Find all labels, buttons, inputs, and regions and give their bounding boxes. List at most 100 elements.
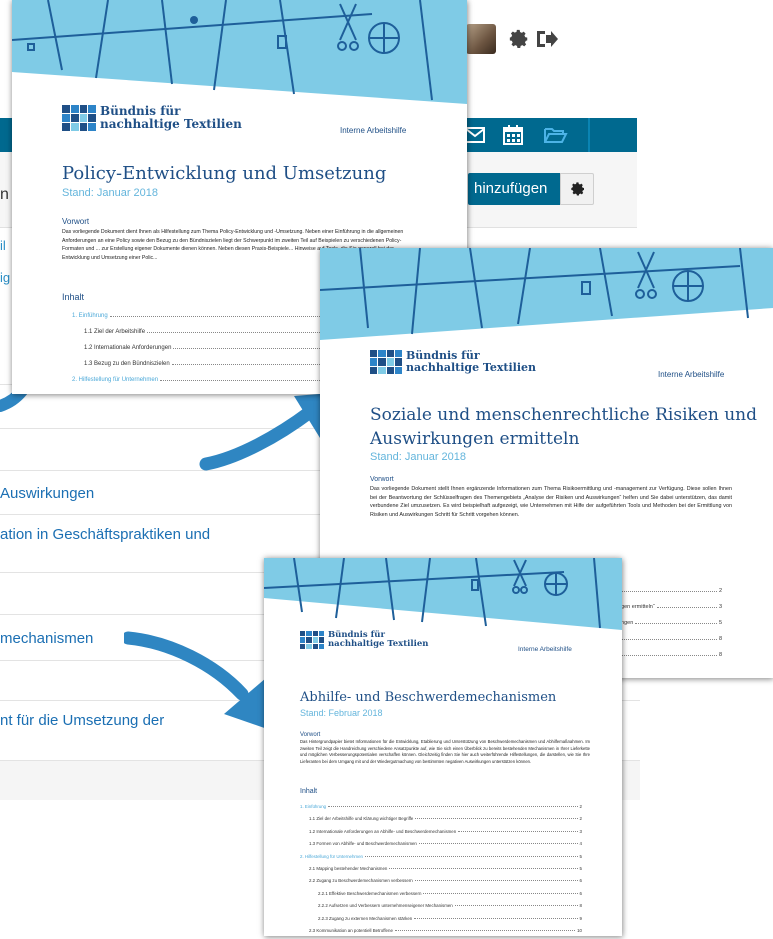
toc-entry[interactable]: 2.2.3 Zugang zu externen Mechanismen stä… — [318, 916, 582, 921]
vorwort-heading: Vorwort — [62, 217, 90, 226]
logo-icon — [370, 350, 402, 374]
gear-icon[interactable] — [508, 28, 530, 50]
brand-name-line2: nachhaltige Textilien — [100, 117, 242, 131]
toc-entry-label: 1.2 Internationale Anforderungen an Abhi… — [309, 828, 457, 834]
vorwort-heading: Vorwort — [370, 476, 394, 483]
inhalt-heading: Inhalt — [300, 788, 318, 795]
toc-leader-dots — [458, 830, 578, 832]
list-item-link[interactable]: ation in Geschäftspraktiken und — [0, 526, 210, 543]
toc-entry-page: 9 — [579, 915, 582, 921]
toolbar-text-fragment: n — [0, 186, 9, 203]
arrow-graphic — [124, 631, 276, 732]
toc-entry-page: 5 — [579, 853, 582, 859]
toc-entry[interactable]: 2.3 Kommunikation an potentiell Betroffe… — [309, 928, 582, 933]
document-type-label: Interne Arbeitshilfe — [518, 646, 572, 653]
toc-entry[interactable]: 1.3 Formen von Abhilfe- und Beschwerdeme… — [309, 841, 582, 846]
navbar-divider — [588, 118, 590, 152]
toc-leader-dots — [620, 639, 717, 640]
toc-leader-dots — [394, 930, 576, 931]
logo-icon — [62, 105, 96, 131]
toc-entry-page: 3 — [579, 828, 582, 834]
toc-entry[interactable]: 2. Hilfestellung für Unternehmen 5 — [300, 854, 582, 859]
toc-entry[interactable]: ungen 5 — [618, 620, 722, 626]
toc-entry[interactable]: 8 — [618, 652, 722, 658]
toc-leader-dots — [635, 623, 717, 624]
toc-entry[interactable]: 1. Einführung 2 — [300, 804, 582, 809]
toc-entry-label: 2. Hilfestellung für Unternehmen — [72, 377, 159, 383]
document-title: Abhilfe- und Beschwerdemechanismen — [300, 690, 557, 705]
brand-logo: Bündnis für nachhaltige Textilien — [370, 350, 536, 374]
folder-open-icon[interactable] — [542, 122, 568, 148]
document-date: Stand: Januar 2018 — [62, 187, 159, 199]
brand-logo: Bündnis für nachhaltige Textilien — [300, 631, 428, 649]
toc-leader-dots — [423, 892, 578, 894]
toc-entry-page: 5 — [718, 620, 722, 626]
toc-entry-label: 2.2.1 Effektive Beschwerdemechanismen ve… — [318, 890, 422, 896]
toc-entry[interactable]: 2.2 Zugang zu Beschwerdemechanismen verb… — [309, 878, 582, 883]
toc-entry-label: 2.3 Kommunikation an potentiell Betroffe… — [309, 928, 393, 933]
toc-entry-label: 2.1 Mapping bestehender Mechanismen — [309, 866, 388, 871]
toc-entry-label: 2. Hilfestellung für Unternehmen — [300, 853, 363, 859]
toc-leader-dots — [656, 607, 717, 608]
toc-entry-label: 1.3 Bezug zu den Bündniszielen — [84, 361, 170, 367]
toc-entry[interactable]: ngen ermitteln“ 3 — [618, 604, 722, 610]
brand-name-line2: nachhaltige Textilien — [406, 361, 536, 374]
add-button[interactable]: hinzufügen — [468, 173, 560, 205]
toc-entry[interactable]: 2.2.2 Aufsetzen und Verbessern unternehm… — [318, 903, 582, 908]
toc-entry-label: 1.2 Internationale Anforderungen — [84, 345, 172, 351]
document-title: Policy-Entwicklung und Umsetzung — [62, 163, 387, 184]
toc-leader-dots — [414, 880, 578, 882]
document-type-label: Interne Arbeitshilfe — [340, 126, 407, 135]
toc-entry[interactable]: 1.1 Ziel der Arbeitshilfe und Klärung wi… — [309, 816, 582, 821]
tab-fragment[interactable]: ig — [0, 270, 10, 285]
toc-entry-page: 10 — [577, 928, 582, 933]
vorwort-heading: Vorwort — [300, 732, 321, 738]
toc-entry-label: 1.1 Ziel der Arbeitshilfe und Klärung wi… — [309, 816, 414, 822]
toc-leader-dots — [389, 868, 578, 869]
toc-entry-page: 2 — [579, 804, 582, 809]
brand-name-line2: nachhaltige Textilien — [328, 639, 429, 649]
toc-leader-dots — [418, 843, 578, 845]
inhalt-heading: Inhalt — [62, 292, 85, 302]
toc-leader-dots — [454, 905, 578, 907]
toc-entry-page: 8 — [718, 636, 722, 642]
toc-entry[interactable]: 1.2 Internationale Anforderungen an Abhi… — [309, 829, 582, 834]
toc-entry-page: 3 — [718, 604, 722, 610]
toc-entry[interactable]: 2.1 Mapping bestehender Mechanismen 5 — [309, 866, 582, 871]
tab-fragment[interactable]: il — [0, 238, 6, 253]
toc-entry-page: 8 — [718, 652, 722, 658]
toc-entry-label: 1.3 Formen von Abhilfe- und Beschwerdeme… — [309, 841, 417, 847]
toc-entry-label: 1. Einführung — [300, 804, 327, 809]
document-type-label: Interne Arbeitshilfe — [658, 370, 725, 379]
toc-entry-page: 2 — [579, 816, 582, 822]
toc-entry[interactable]: 8 — [618, 636, 722, 642]
document-date: Stand: Februar 2018 — [300, 708, 383, 718]
document-date: Stand: Januar 2018 — [370, 451, 467, 463]
document-title-line2: Auswirkungen ermitteln — [370, 429, 580, 449]
toc-leader-dots — [620, 655, 717, 656]
toc-leader-dots — [620, 591, 717, 592]
toc-entry-label: 2.2.3 Zugang zu externen Mechanismen stä… — [318, 915, 413, 921]
toc-entry-page: 6 — [579, 890, 582, 896]
toc-entry-page: 5 — [579, 866, 582, 871]
list-item-link[interactable]: Auswirkungen — [0, 485, 94, 502]
logo-icon — [300, 631, 324, 649]
toc-leader-dots — [415, 818, 578, 820]
document-preview-abhilfe[interactable]: Bündnis für nachhaltige Textilien Intern… — [264, 558, 622, 936]
settings-button[interactable] — [560, 173, 594, 205]
vorwort-text: Das Hintergrundpapier bietet Information… — [300, 739, 590, 764]
brand-logo: Bündnis für nachhaltige Textilien — [62, 105, 242, 131]
list-item-link[interactable]: mechanismen — [0, 630, 93, 647]
toc-entry[interactable]: 2 — [618, 588, 722, 594]
gear-icon — [571, 182, 584, 196]
toc-entry-label: 1.1 Ziel der Arbeitshilfe — [84, 329, 146, 335]
avatar[interactable] — [466, 24, 496, 54]
toc-leader-dots — [328, 806, 578, 807]
toc-entry-label: 1. Einführung — [72, 313, 108, 319]
toc-entry-label: 2.2.2 Aufsetzen und Verbessern unternehm… — [318, 903, 453, 909]
calendar-icon[interactable] — [500, 122, 526, 148]
logout-icon[interactable] — [534, 28, 558, 50]
vorwort-text: Das vorliegende Dokument stellt Ihnen er… — [370, 486, 732, 519]
toc-entry[interactable]: 2.2.1 Effektive Beschwerdemechanismen ve… — [318, 891, 582, 896]
toc-leader-dots — [414, 917, 578, 919]
